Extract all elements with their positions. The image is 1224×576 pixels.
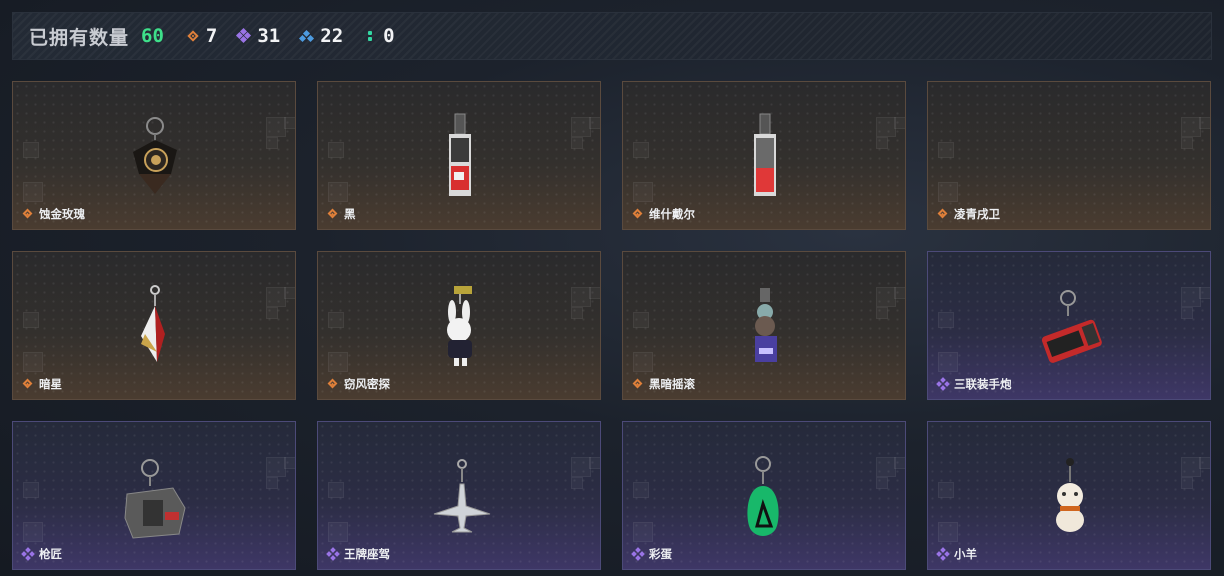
- charm-card[interactable]: 王牌座驾: [317, 421, 601, 570]
- orange-rarity-icon: [632, 378, 644, 390]
- stat-purple-value: 31: [257, 25, 281, 47]
- purple-rarity-icon: [326, 547, 340, 561]
- charm-name: 蚀金玫瑰: [39, 207, 85, 221]
- orange-rarity-icon: [632, 208, 644, 220]
- orange-diamond-icon: [186, 29, 200, 43]
- charm-card[interactable]: 窃风密探: [317, 251, 601, 400]
- charm-card[interactable]: 三联装手炮: [927, 251, 1211, 400]
- charm-label: 暗星: [22, 376, 62, 392]
- charm-label: 黑: [327, 206, 356, 222]
- stat-blue: 22: [299, 25, 344, 47]
- collection-summary-bar: 已拥有数量 60 7 31 22 0: [12, 12, 1212, 60]
- stat-orange-value: 7: [205, 25, 218, 47]
- green-dots-icon: [363, 29, 377, 43]
- charm-card[interactable]: 蚀金玫瑰: [12, 81, 296, 230]
- charm-name: 窃风密探: [344, 377, 390, 391]
- charm-name: 凌青戌卫: [954, 207, 1000, 221]
- stat-blue-value: 22: [320, 25, 344, 47]
- charm-name: 维什戴尔: [649, 207, 695, 221]
- charm-name: 暗星: [39, 377, 62, 391]
- charm-card[interactable]: 凌青戌卫: [927, 81, 1211, 230]
- charm-name: 黑暗摇滚: [649, 377, 695, 391]
- charm-name: 三联装手炮: [954, 377, 1012, 391]
- charm-name: 彩蛋: [649, 547, 672, 561]
- charm-label: 窃风密探: [327, 376, 390, 392]
- purple-rarity-icon: [936, 377, 950, 391]
- purple-rarity-icon: [21, 547, 35, 561]
- orange-rarity-icon: [937, 208, 949, 220]
- charm-name: 枪匠: [39, 547, 62, 561]
- purple-diamond-icon: [236, 27, 252, 44]
- charm-name: 王牌座驾: [344, 547, 390, 561]
- orange-rarity-icon: [327, 378, 339, 390]
- charm-name: 黑: [344, 207, 356, 221]
- orange-rarity-icon: [22, 378, 34, 390]
- orange-rarity-icon: [327, 208, 339, 220]
- stat-purple: 31: [236, 25, 281, 47]
- charm-label: 凌青戌卫: [937, 206, 1000, 222]
- charm-card[interactable]: 小羊: [927, 421, 1211, 570]
- charm-card[interactable]: 彩蛋: [622, 421, 906, 570]
- charm-card[interactable]: 维什戴尔: [622, 81, 906, 230]
- orange-rarity-icon: [22, 208, 34, 220]
- charm-card[interactable]: 黑暗摇滚: [622, 251, 906, 400]
- black-card-charm-icon: [318, 82, 600, 229]
- owned-count-title: 已拥有数量: [29, 26, 130, 49]
- charm-card[interactable]: 黑: [317, 81, 601, 230]
- charm-label: 小羊: [936, 546, 977, 562]
- charm-label: 王牌座驾: [326, 546, 390, 562]
- stat-green: 0: [363, 25, 395, 47]
- charm-label: 维什戴尔: [632, 206, 695, 222]
- owned-count-total: 60: [141, 25, 164, 47]
- charm-card[interactable]: 暗星: [12, 251, 296, 400]
- stat-green-value: 0: [383, 25, 395, 47]
- stat-orange: 7: [186, 25, 217, 47]
- charm-label: 黑暗摇滚: [632, 376, 695, 392]
- charm-card[interactable]: 枪匠: [12, 421, 296, 570]
- charm-grid: 蚀金玫瑰 黑 维什戴尔 凌青戌卫暗星 窃风密探 黑暗摇滚 三联装手炮枪匠 王牌座驾 彩蛋 小羊: [12, 81, 1212, 571]
- charm-label: 彩蛋: [631, 546, 672, 562]
- purple-rarity-icon: [631, 547, 645, 561]
- charm-label: 枪匠: [21, 546, 62, 562]
- blue-diamond-icon: [299, 29, 315, 43]
- charm-name: 小羊: [954, 547, 977, 561]
- purple-rarity-icon: [936, 547, 950, 561]
- charm-label: 三联装手炮: [936, 376, 1012, 392]
- charm-label: 蚀金玫瑰: [22, 206, 85, 222]
